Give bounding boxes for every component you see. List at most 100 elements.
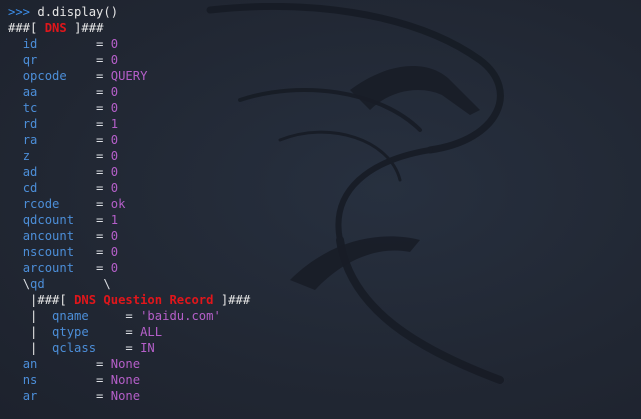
field-equals: = xyxy=(96,245,104,259)
command-line: >>> d.display() xyxy=(8,4,641,20)
field-name: ar xyxy=(22,389,38,403)
terminal-window[interactable]: >>> d.display() ###[ DNS ]### id = 0 qr = … xyxy=(0,0,641,419)
field-row: tc = 0 xyxy=(8,100,641,116)
tree-pipe: | xyxy=(30,341,38,355)
field-row: opcode = QUERY xyxy=(8,68,641,84)
field-equals: = xyxy=(96,133,104,147)
layer-name: DNS xyxy=(44,21,67,35)
field-row: rcode = ok xyxy=(8,196,641,212)
field-value: 0 xyxy=(110,85,119,99)
field-value: 0 xyxy=(110,261,119,275)
field-value: 1 xyxy=(110,117,119,131)
question-prefix: ###[ xyxy=(37,293,67,307)
tree-pipe: | xyxy=(30,309,38,323)
field-equals: = xyxy=(96,53,104,67)
field-row: ar = None xyxy=(8,388,641,404)
field-name: ra xyxy=(22,133,38,147)
field-row: nscount = 0 xyxy=(8,244,641,260)
qd-open: \ xyxy=(22,277,31,291)
field-value: 0 xyxy=(110,37,119,51)
terminal-output: >>> d.display() ###[ DNS ]### id = 0 qr = … xyxy=(8,4,641,404)
field-equals: = xyxy=(96,213,104,227)
field-name: qclass xyxy=(52,341,97,355)
field-name: ns xyxy=(22,373,38,387)
field-value: 0 xyxy=(110,133,119,147)
field-row: arcount = 0 xyxy=(8,260,641,276)
field-name: ad xyxy=(22,165,38,179)
field-value: 1 xyxy=(110,213,119,227)
field-name: opcode xyxy=(22,69,67,83)
field-row: ns = None xyxy=(8,372,641,388)
qd-line: \qd \ xyxy=(8,276,641,292)
field-name: tc xyxy=(22,101,38,115)
field-equals: = xyxy=(96,149,104,163)
field-name: id xyxy=(22,37,38,51)
field-equals: = xyxy=(96,197,104,211)
field-equals: = xyxy=(96,261,104,275)
field-equals: = xyxy=(96,85,104,99)
field-name: rd xyxy=(22,117,38,131)
command-text: d.display() xyxy=(37,5,119,19)
field-value: None xyxy=(110,373,141,387)
field-equals: = xyxy=(125,309,133,323)
field-equals: = xyxy=(96,229,104,243)
layer-prefix: ###[ xyxy=(8,21,38,35)
field-name: qdcount xyxy=(22,213,75,227)
field-row: qr = 0 xyxy=(8,52,641,68)
qd-label: qd xyxy=(30,277,45,291)
field-value: IN xyxy=(140,341,155,355)
tree-pipe: | xyxy=(30,325,38,339)
field-row: id = 0 xyxy=(8,36,641,52)
field-equals: = xyxy=(125,341,133,355)
layer-suffix: ]### xyxy=(74,21,104,35)
qd-close: \ xyxy=(103,277,111,291)
field-row: qdcount = 1 xyxy=(8,212,641,228)
dns-layer-header: ###[ DNS ]### xyxy=(8,20,641,36)
field-value: 'baidu.com' xyxy=(140,309,221,323)
field-value: 0 xyxy=(110,165,119,179)
field-value: 0 xyxy=(110,149,119,163)
field-value: 0 xyxy=(110,181,119,195)
field-row: ad = 0 xyxy=(8,164,641,180)
field-row: z = 0 xyxy=(8,148,641,164)
field-equals: = xyxy=(96,373,104,387)
field-name: an xyxy=(22,357,38,371)
field-row: rd = 1 xyxy=(8,116,641,132)
field-equals: = xyxy=(96,389,104,403)
field-value: None xyxy=(110,389,141,403)
field-name: z xyxy=(22,149,31,163)
question-suffix: ]### xyxy=(220,293,251,307)
field-value: QUERY xyxy=(110,69,148,83)
field-value: ok xyxy=(110,197,126,211)
field-equals: = xyxy=(96,69,104,83)
question-name: DNS Question Record xyxy=(74,293,214,307)
field-equals: = xyxy=(125,325,133,339)
field-value: 0 xyxy=(110,53,119,67)
field-row: aa = 0 xyxy=(8,84,641,100)
field-value: 0 xyxy=(110,229,119,243)
field-row: | qname = 'baidu.com' xyxy=(8,308,641,324)
field-row: cd = 0 xyxy=(8,180,641,196)
field-value: 0 xyxy=(110,245,119,259)
field-name: qtype xyxy=(52,325,89,339)
field-row: | qtype = ALL xyxy=(8,324,641,340)
field-equals: = xyxy=(96,357,104,371)
field-name: rcode xyxy=(22,197,60,211)
field-value: None xyxy=(110,357,141,371)
field-name: aa xyxy=(22,85,38,99)
field-name: qr xyxy=(22,53,38,67)
field-equals: = xyxy=(96,37,104,51)
prompt: >>> xyxy=(8,5,31,19)
field-equals: = xyxy=(96,165,104,179)
field-value: ALL xyxy=(140,325,163,339)
field-row: ra = 0 xyxy=(8,132,641,148)
field-value: 0 xyxy=(110,101,119,115)
field-equals: = xyxy=(96,117,104,131)
field-name: cd xyxy=(22,181,38,195)
field-row: an = None xyxy=(8,356,641,372)
field-row: | qclass = IN xyxy=(8,340,641,356)
field-name: arcount xyxy=(22,261,75,275)
field-name: qname xyxy=(52,309,89,323)
field-equals: = xyxy=(96,181,104,195)
question-layer-header: |###[ DNS Question Record ]### xyxy=(8,292,641,308)
